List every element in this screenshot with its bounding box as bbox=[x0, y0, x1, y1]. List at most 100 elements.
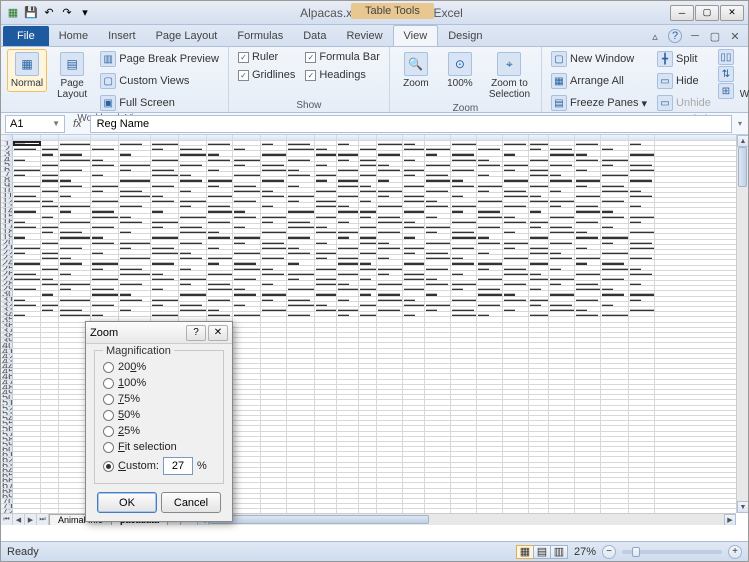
horizontal-scrollbar[interactable]: ◀ ▶ bbox=[197, 513, 736, 525]
group-workbook-views: ▦ Normal ▤ Page Layout ▥Page Break Previ… bbox=[1, 47, 229, 112]
tab-nav-first[interactable]: ⏮ bbox=[1, 514, 13, 526]
tab-page-layout[interactable]: Page Layout bbox=[146, 26, 228, 46]
tab-home[interactable]: Home bbox=[49, 26, 98, 46]
page-break-preview-button[interactable]: ▥Page Break Preview bbox=[97, 49, 222, 69]
save-button[interactable]: 💾 bbox=[23, 5, 39, 21]
checkbox-icon: ✓ bbox=[305, 70, 316, 81]
zoom-slider-thumb[interactable] bbox=[632, 547, 640, 557]
zoom-fit-radio[interactable]: Fit selection bbox=[103, 441, 215, 453]
normal-view-button[interactable]: ▦ Normal bbox=[7, 49, 47, 92]
excel-icon[interactable]: ▦ bbox=[5, 5, 21, 21]
name-box[interactable]: A1▼ bbox=[5, 115, 65, 133]
page-layout-shortcut[interactable]: ▤ bbox=[533, 545, 551, 559]
expand-formula-bar-icon[interactable]: ▾ bbox=[736, 119, 744, 128]
zoom-100-radio[interactable]: 100% bbox=[103, 377, 215, 389]
dialog-close-button[interactable]: ✕ bbox=[208, 325, 228, 341]
help-icon[interactable]: ? bbox=[668, 29, 682, 43]
cancel-button[interactable]: Cancel bbox=[161, 492, 221, 513]
tab-nav-prev[interactable]: ◀ bbox=[13, 514, 25, 526]
formula-bar-checkbox[interactable]: ✓Formula Bar bbox=[302, 49, 383, 65]
chevron-down-icon: ▾ bbox=[642, 97, 648, 110]
formula-input[interactable]: Reg Name bbox=[90, 115, 732, 133]
dialog-help-button[interactable]: ? bbox=[186, 325, 206, 341]
page-layout-button[interactable]: ▤ Page Layout bbox=[51, 49, 93, 103]
scroll-right-button[interactable]: ▶ bbox=[724, 514, 736, 525]
scroll-up-button[interactable]: ▲ bbox=[737, 135, 748, 147]
doc-restore-button[interactable]: ▢ bbox=[708, 29, 722, 43]
radio-icon bbox=[103, 362, 114, 373]
status-bar: Ready ▦ ▤ ▥ 27% − + bbox=[1, 541, 748, 561]
normal-view-shortcut[interactable]: ▦ bbox=[516, 545, 534, 559]
zoom-in-button[interactable]: + bbox=[728, 545, 742, 559]
ok-button[interactable]: OK bbox=[97, 492, 157, 513]
freeze-panes-button[interactable]: ▤Freeze Panes ▾ bbox=[548, 93, 650, 113]
close-button[interactable]: ✕ bbox=[720, 5, 744, 21]
minimize-button[interactable]: ─ bbox=[670, 5, 694, 21]
zoom-75-radio[interactable]: 75% bbox=[103, 393, 215, 405]
arrange-all-button[interactable]: ▦Arrange All bbox=[548, 71, 650, 91]
quick-access-toolbar: ▦ 💾 ↶ ↷ ▾ bbox=[5, 5, 93, 21]
zoom-50-radio[interactable]: 50% bbox=[103, 409, 215, 421]
zoom-custom-radio[interactable]: Custom: % bbox=[103, 457, 215, 475]
doc-minimize-button[interactable]: ─ bbox=[688, 29, 702, 43]
zoom-level[interactable]: 27% bbox=[574, 546, 596, 558]
dialog-titlebar[interactable]: Zoom ? ✕ bbox=[86, 322, 232, 344]
group-show: ✓Ruler ✓Gridlines ✓Formula Bar ✓Headings… bbox=[229, 47, 390, 112]
scroll-down-button[interactable]: ▼ bbox=[737, 501, 748, 513]
tab-nav-next[interactable]: ▶ bbox=[25, 514, 37, 526]
tab-nav-last[interactable]: ⏭ bbox=[37, 514, 49, 526]
tab-formulas[interactable]: Formulas bbox=[227, 26, 293, 46]
undo-button[interactable]: ↶ bbox=[41, 5, 57, 21]
vertical-scrollbar[interactable]: ▲ ▼ bbox=[736, 135, 748, 513]
zoom-100-button[interactable]: ⊙100% bbox=[440, 49, 480, 92]
group-zoom: 🔍Zoom ⊙100% ⌖Zoom to Selection Zoom bbox=[390, 47, 542, 112]
custom-views-button[interactable]: ▢Custom Views bbox=[97, 71, 222, 91]
page-break-icon: ▥ bbox=[100, 51, 116, 67]
zoom-slider[interactable] bbox=[622, 550, 722, 554]
vscroll-thumb[interactable] bbox=[738, 147, 747, 187]
zoom-out-button[interactable]: − bbox=[602, 545, 616, 559]
fx-icon[interactable]: fx bbox=[69, 118, 86, 130]
radio-icon bbox=[103, 394, 114, 405]
qat-customize[interactable]: ▾ bbox=[77, 5, 93, 21]
zoom-button[interactable]: 🔍Zoom bbox=[396, 49, 436, 92]
radio-icon bbox=[103, 461, 114, 472]
side-by-side-icon[interactable]: ▯▯ bbox=[718, 49, 734, 65]
tab-review[interactable]: Review bbox=[336, 26, 392, 46]
tab-insert[interactable]: Insert bbox=[98, 26, 146, 46]
radio-icon bbox=[103, 426, 114, 437]
custom-views-icon: ▢ bbox=[100, 73, 116, 89]
tab-data[interactable]: Data bbox=[293, 26, 336, 46]
headings-checkbox[interactable]: ✓Headings bbox=[302, 67, 383, 83]
radio-icon bbox=[103, 378, 114, 389]
zoom-custom-input[interactable] bbox=[163, 457, 193, 475]
reset-window-icon[interactable]: ⊞ bbox=[718, 83, 734, 99]
hide-button[interactable]: ▭Hide bbox=[654, 71, 714, 91]
unhide-icon: ▭ bbox=[657, 95, 673, 111]
file-tab[interactable]: File bbox=[3, 26, 49, 46]
save-workspace-button[interactable]: 💾Save Workspace bbox=[738, 49, 749, 103]
zoom-25-radio[interactable]: 25% bbox=[103, 425, 215, 437]
radio-icon bbox=[103, 410, 114, 421]
zoom-100-icon: ⊙ bbox=[448, 52, 472, 76]
redo-button[interactable]: ↷ bbox=[59, 5, 75, 21]
ruler-checkbox[interactable]: ✓Ruler bbox=[235, 49, 298, 65]
tab-view[interactable]: View bbox=[393, 25, 439, 46]
zoom-200-radio[interactable]: 200% bbox=[103, 361, 215, 373]
ribbon: ▦ Normal ▤ Page Layout ▥Page Break Previ… bbox=[1, 47, 748, 113]
tab-design[interactable]: Design bbox=[438, 26, 492, 46]
gridlines-checkbox[interactable]: ✓Gridlines bbox=[235, 67, 298, 83]
doc-close-button[interactable]: ✕ bbox=[728, 29, 742, 43]
split-button[interactable]: ╋Split bbox=[654, 49, 714, 69]
zoom-to-selection-button[interactable]: ⌖Zoom to Selection bbox=[484, 49, 535, 103]
unhide-button[interactable]: ▭Unhide bbox=[654, 93, 714, 113]
page-break-shortcut[interactable]: ▥ bbox=[550, 545, 568, 559]
normal-view-icon: ▦ bbox=[15, 52, 39, 76]
sync-scroll-icon[interactable]: ⇅ bbox=[718, 66, 734, 82]
maximize-button[interactable]: ▢ bbox=[695, 5, 719, 21]
new-window-button[interactable]: ▢New Window bbox=[548, 49, 650, 69]
ribbon-minimize-icon[interactable]: ▵ bbox=[648, 29, 662, 43]
hscroll-thumb[interactable] bbox=[209, 515, 429, 524]
full-screen-button[interactable]: ▣Full Screen bbox=[97, 93, 222, 113]
page-layout-icon: ▤ bbox=[60, 52, 84, 76]
